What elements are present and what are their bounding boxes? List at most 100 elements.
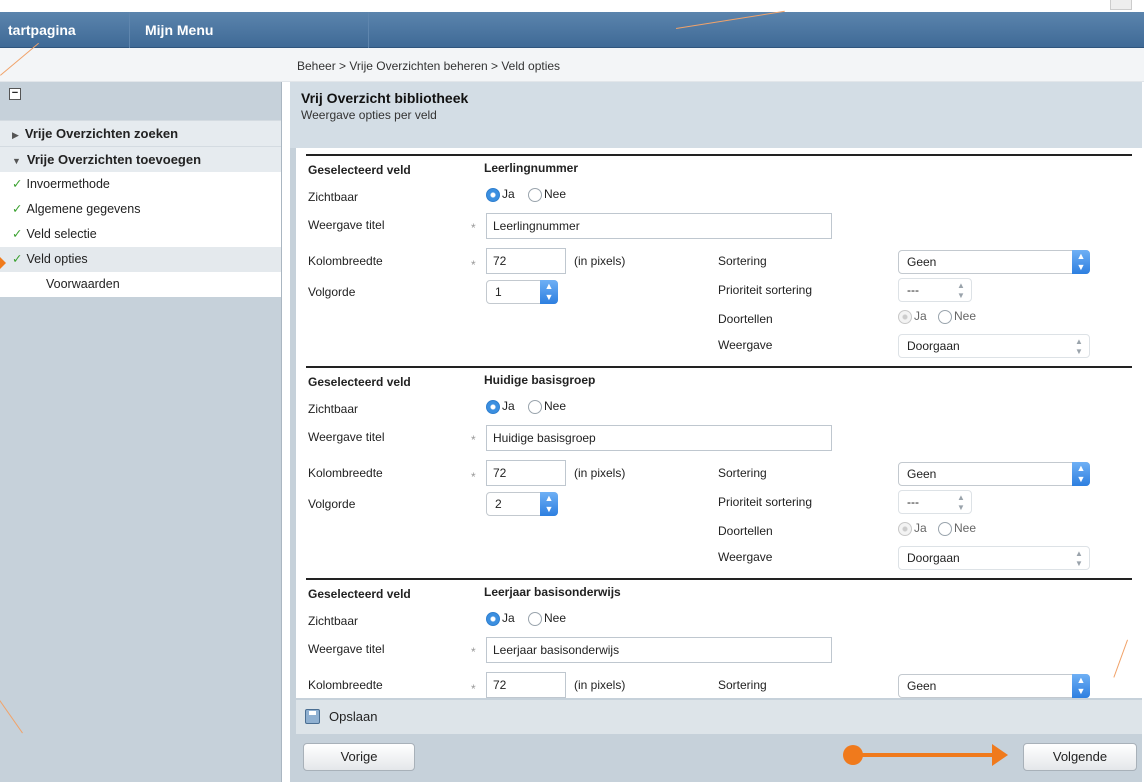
divider — [306, 366, 1132, 368]
column-width-input[interactable]: 72 — [486, 248, 566, 274]
visible-no-radio[interactable]: Nee — [528, 187, 566, 202]
selected-field-label: Geselecteerd veld — [308, 587, 411, 601]
sidebar: − ▶ Vrije Overzichten zoeken ▼ Vrije Overz… — [0, 82, 282, 782]
top-navigation: tartpagina Mijn Menu — [0, 12, 1144, 48]
visible-label: Zichtbaar — [308, 614, 359, 628]
display-title-label: Weergave titel — [308, 430, 385, 444]
wizard-navigation: Vorige Volgende — [296, 734, 1142, 782]
sidebar-group-zoeken[interactable]: ▶ Vrije Overzichten zoeken — [0, 120, 281, 146]
order-label: Volgorde — [308, 497, 356, 511]
count-through-label: Doortellen — [718, 312, 773, 326]
divider — [306, 578, 1132, 580]
sidebar-collapse-bar: − — [0, 82, 281, 120]
floppy-disk-icon[interactable] — [305, 709, 320, 724]
save-button[interactable]: Opslaan — [329, 709, 377, 724]
stepper-icon: ▲ ▼ — [1075, 337, 1083, 356]
field-block: Geselecteerd veld Leerjaar basisonderwij… — [306, 578, 1132, 698]
sidebar-item-veld-selectie[interactable]: ✓ Veld selectie — [0, 222, 281, 247]
check-icon: ✓ — [12, 252, 23, 266]
sidebar-item-invoermethode[interactable]: ✓ Invoermethode — [0, 172, 281, 197]
order-select[interactable]: 2 ▲ ▼ — [486, 492, 558, 516]
sidebar-item-veld-opties[interactable]: ✓ Veld opties — [0, 247, 281, 272]
sorting-select[interactable]: Geen ▲ ▼ — [898, 674, 1090, 698]
required-mark: * — [471, 433, 476, 447]
visible-yes-radio[interactable]: Ja — [486, 187, 515, 202]
next-button[interactable]: Volgende — [1023, 743, 1137, 771]
column-width-label: Kolombreedte — [308, 254, 383, 268]
breadcrumb-bar — [0, 48, 1144, 82]
column-width-label: Kolombreedte — [308, 678, 383, 692]
selected-field-name: Leerlingnummer — [484, 161, 579, 175]
caret-right-icon: ▶ — [12, 130, 19, 140]
annotation-arrow — [860, 753, 996, 757]
count-yes-radio: Ja — [898, 309, 927, 324]
window-control[interactable] — [1110, 0, 1132, 10]
required-mark: * — [471, 682, 476, 696]
sidebar-item-voorwaarden[interactable]: Voorwaarden — [0, 272, 281, 297]
visible-no-radio[interactable]: Nee — [528, 399, 566, 414]
sidebar-group-toevoegen[interactable]: ▼ Vrije Overzichten toevoegen — [0, 146, 281, 172]
field-options-list[interactable]: Geselecteerd veld Leerlingnummer Zichtba… — [296, 148, 1142, 698]
stepper-icon: ▲ ▼ — [1075, 549, 1083, 568]
arrow-right-icon — [992, 744, 1008, 766]
stepper-icon: ▲ ▼ — [540, 492, 558, 516]
column-width-label: Kolombreedte — [308, 466, 383, 480]
display-title-label: Weergave titel — [308, 218, 385, 232]
order-select[interactable]: 1 ▲ ▼ — [486, 280, 558, 304]
sidebar-item-label: Invoermethode — [26, 177, 110, 191]
visible-yes-radio[interactable]: Ja — [486, 611, 515, 626]
sidebar-item-label: Veld opties — [26, 252, 88, 266]
tab-mijn-menu[interactable]: Mijn Menu — [137, 12, 369, 48]
count-no-radio: Nee — [938, 521, 976, 536]
display-label: Weergave — [718, 550, 773, 564]
stepper-icon: ▲ ▼ — [957, 493, 965, 512]
stepper-icon: ▲ ▼ — [1072, 462, 1090, 486]
breadcrumb: Beheer > Vrije Overzichten beheren > Vel… — [297, 59, 561, 73]
sorting-label: Sortering — [718, 466, 767, 480]
check-icon: ✓ — [12, 202, 23, 216]
collapse-icon[interactable]: − — [9, 88, 21, 100]
stepper-icon: ▲ ▼ — [1072, 674, 1090, 698]
required-mark: * — [471, 470, 476, 484]
required-mark: * — [471, 258, 476, 272]
sidebar-item-label: Voorwaarden — [46, 277, 120, 291]
sorting-label: Sortering — [718, 678, 767, 692]
display-select[interactable]: Doorgaan ▲ ▼ — [898, 334, 1090, 358]
divider — [306, 154, 1132, 156]
sidebar-group-label: Vrije Overzichten toevoegen — [26, 152, 202, 167]
selected-field-name: Leerjaar basisonderwijs — [484, 585, 621, 599]
tab-startpagina[interactable]: tartpagina — [0, 12, 130, 48]
sidebar-item-label: Algemene gegevens — [26, 202, 141, 216]
sort-priority-select[interactable]: --- ▲ ▼ — [898, 490, 972, 514]
display-select[interactable]: Doorgaan ▲ ▼ — [898, 546, 1090, 570]
sorting-select[interactable]: Geen ▲ ▼ — [898, 250, 1090, 274]
caret-down-icon: ▼ — [12, 156, 21, 166]
count-yes-radio: Ja — [898, 521, 927, 536]
visible-label: Zichtbaar — [308, 402, 359, 416]
display-title-input[interactable]: Leerlingnummer — [486, 213, 832, 239]
column-width-input[interactable]: 72 — [486, 672, 566, 698]
visible-yes-radio[interactable]: Ja — [486, 399, 515, 414]
active-marker-icon — [0, 257, 6, 269]
selected-field-label: Geselecteerd veld — [308, 163, 411, 177]
visible-no-radio[interactable]: Nee — [528, 611, 566, 626]
count-through-label: Doortellen — [718, 524, 773, 538]
previous-button[interactable]: Vorige — [303, 743, 415, 771]
panel-subtitle: Weergave opties per veld — [301, 108, 437, 122]
required-mark: * — [471, 221, 476, 235]
display-title-input[interactable]: Leerjaar basisonderwijs — [486, 637, 832, 663]
display-title-label: Weergave titel — [308, 642, 385, 656]
check-icon: ✓ — [12, 177, 23, 191]
sort-priority-select[interactable]: --- ▲ ▼ — [898, 278, 972, 302]
sidebar-item-algemene-gegevens[interactable]: ✓ Algemene gegevens — [0, 197, 281, 222]
sorting-select[interactable]: Geen ▲ ▼ — [898, 462, 1090, 486]
column-width-input[interactable]: 72 — [486, 460, 566, 486]
required-mark: * — [471, 645, 476, 659]
pixels-unit-label: (in pixels) — [574, 466, 626, 480]
count-no-radio: Nee — [938, 309, 976, 324]
pixels-unit-label: (in pixels) — [574, 254, 626, 268]
field-block: Geselecteerd veld Huidige basisgroep Zic… — [306, 366, 1132, 578]
stepper-icon: ▲ ▼ — [957, 281, 965, 300]
display-title-input[interactable]: Huidige basisgroep — [486, 425, 832, 451]
sidebar-group-label: Vrije Overzichten zoeken — [24, 126, 179, 141]
